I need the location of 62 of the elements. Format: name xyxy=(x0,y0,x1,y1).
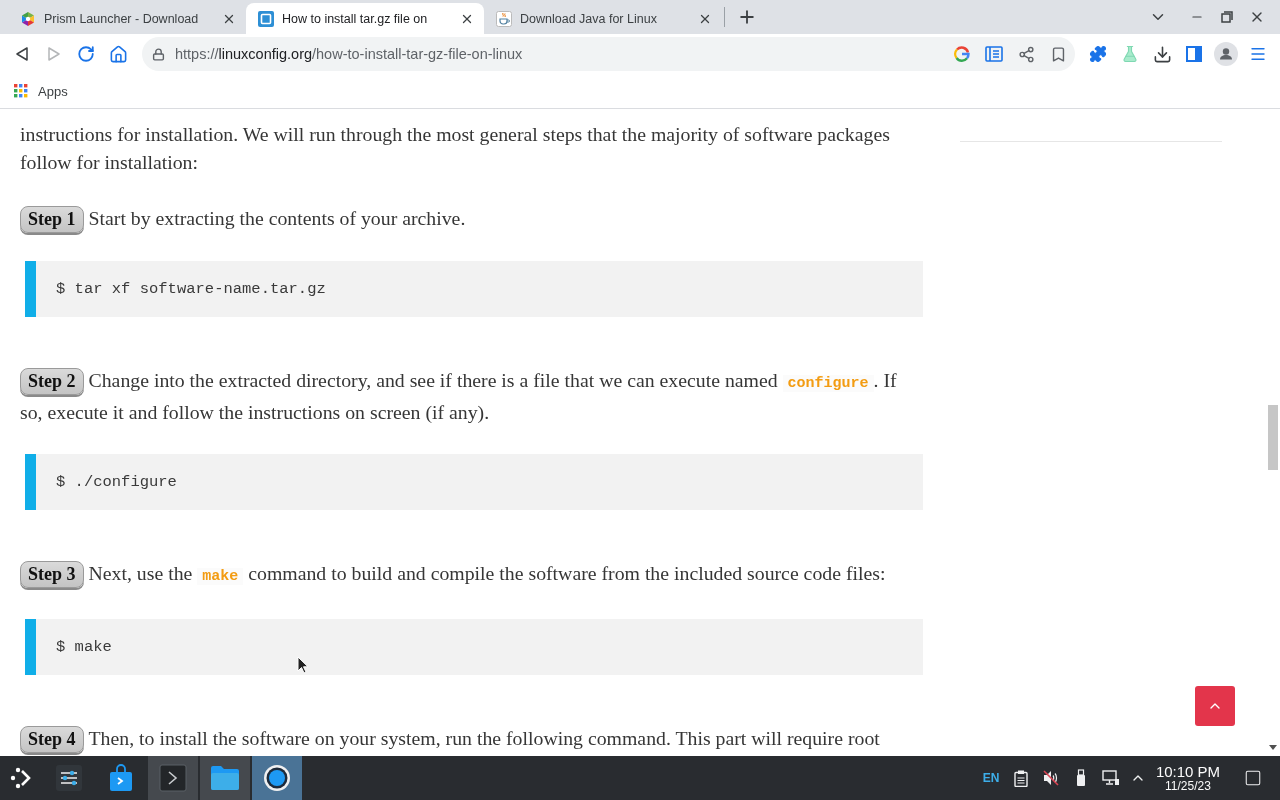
inline-code: configure xyxy=(782,375,874,392)
puzzle-icon xyxy=(1089,45,1107,63)
home-icon xyxy=(108,44,128,64)
browser-tab[interactable]: Download Java for Linux xyxy=(484,3,722,34)
clipboard-icon xyxy=(1014,769,1028,787)
multicolor-g-icon xyxy=(954,46,970,62)
forward-arrow-icon xyxy=(48,47,60,61)
address-bar[interactable]: https://linuxconfig.org/how-to-install-tar-gz-file-on-linux xyxy=(142,37,1075,71)
reload-icon xyxy=(77,45,95,63)
clock[interactable]: 10:10 PM 11/25/23 xyxy=(1150,756,1226,800)
lock-icon xyxy=(152,47,165,61)
flask-icon xyxy=(1121,45,1139,63)
side-panel-icon xyxy=(1186,46,1202,62)
hexagon-icon xyxy=(20,10,36,27)
step-text: Step 1 Start by extracting the contents of your archive. xyxy=(20,204,923,233)
ring-icon xyxy=(263,764,291,792)
shopping-bag-icon xyxy=(108,764,134,792)
download-icon xyxy=(1152,44,1172,64)
code-block: $ tar xf software-name.tar.gz xyxy=(25,261,923,317)
tab-title: Download Java for Linux xyxy=(520,11,658,26)
launcher-icon xyxy=(9,766,33,790)
tile-icon xyxy=(258,10,274,27)
step-badge: Step 3 xyxy=(20,561,84,588)
user-silhouette-icon xyxy=(1214,42,1238,66)
apps-grid-icon xyxy=(14,84,28,98)
cup-icon xyxy=(496,10,512,27)
menu-icon xyxy=(1249,45,1267,63)
sliders-icon xyxy=(55,764,83,792)
scrollbar-thumb[interactable] xyxy=(1268,405,1278,470)
folder-icon xyxy=(210,765,240,791)
step-badge: Step 2 xyxy=(20,368,84,395)
step-text: Step 4 Then, to install the software on your system, run the following command. This part will require root xyxy=(20,724,923,753)
inline-code: make xyxy=(197,568,244,585)
back-arrow-icon xyxy=(16,47,28,61)
bookmark-item[interactable]: Apps xyxy=(14,79,74,103)
muted-speaker-icon xyxy=(1042,769,1060,787)
share-icon xyxy=(1017,45,1035,63)
step-text: Step 3 Next, use the make command to build and compile the software from the included source code files: xyxy=(20,559,923,591)
browser-tab[interactable]: Prism Launcher - Download xyxy=(8,3,246,34)
reader-icon xyxy=(985,46,1003,62)
network-monitor-icon xyxy=(1102,769,1120,787)
step-badge: Step 1 xyxy=(20,206,84,233)
plus-icon xyxy=(737,7,757,27)
mouse-pointer-icon xyxy=(297,656,309,674)
url-text: https://linuxconfig.org/how-to-install-tar-gz-file-on-linux xyxy=(175,46,523,62)
scroll-down-arrow-icon[interactable] xyxy=(1269,745,1277,750)
clock-date: 11/25/23 xyxy=(1165,780,1211,792)
code-block: $ make xyxy=(25,619,923,675)
terminal-icon xyxy=(159,764,187,792)
square-icon xyxy=(1244,769,1262,787)
step-text: Step 2 Change into the extracted directory, and see if there is a file that we can execute named configure . If so, execute it and follow the instructions on screen (if any). xyxy=(20,367,898,425)
restore-icon xyxy=(1221,11,1233,23)
usb-drive-icon xyxy=(1076,769,1086,787)
tab-title: Prism Launcher - Download xyxy=(44,11,200,26)
code-block: $ ./configure xyxy=(25,454,923,510)
clock-time: 10:10 PM xyxy=(1155,764,1221,779)
keyboard-layout-indicator[interactable]: EN xyxy=(976,756,1006,800)
paragraph: instructions for installation. We will run through the most general steps that the majority of software packages follow for installation: xyxy=(20,122,891,175)
step-badge: Step 4 xyxy=(20,726,84,753)
taskbar-app-button[interactable] xyxy=(252,756,302,800)
tab-title: How to install tar.gz file on xyxy=(282,11,429,26)
browser-tab[interactable]: How to install tar.gz file on xyxy=(246,3,484,34)
